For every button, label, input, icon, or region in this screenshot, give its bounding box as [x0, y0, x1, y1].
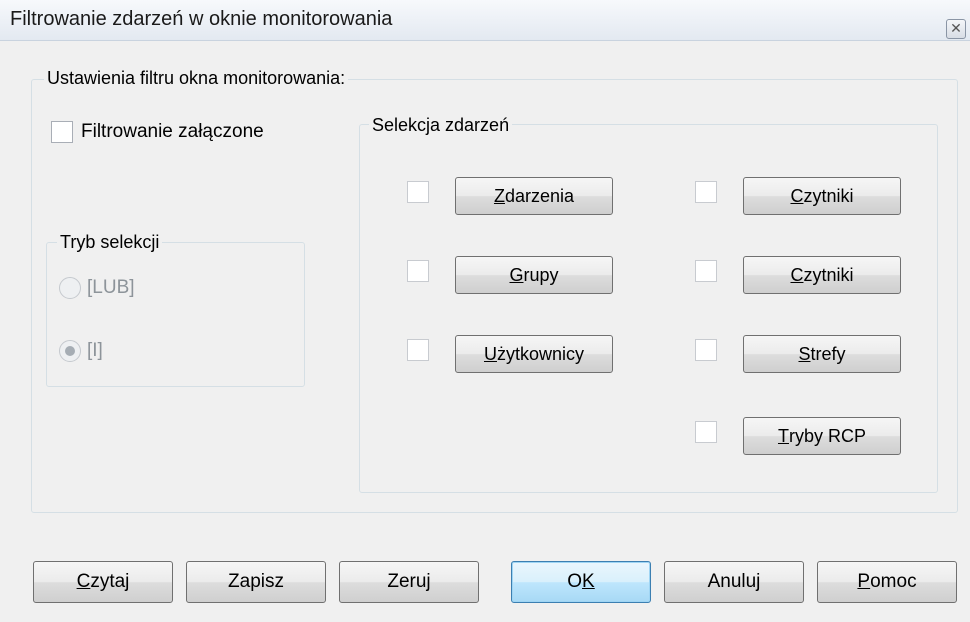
- selection-mode-group-label: Tryb selekcji: [57, 231, 163, 253]
- save-button[interactable]: Zapisz: [186, 561, 326, 603]
- radio-and[interactable]: [59, 340, 81, 362]
- groups-button[interactable]: Grupy: [455, 256, 613, 294]
- groups-button-mnemonic: G: [509, 264, 524, 285]
- help-button-mnemonic: P: [857, 571, 871, 592]
- readers-checkbox-1[interactable]: [695, 181, 717, 203]
- zones-button-mnemonic: S: [798, 343, 811, 364]
- events-button[interactable]: Zdarzenia: [455, 177, 613, 215]
- radio-and-label[interactable]: [I]: [87, 340, 103, 362]
- rcp-modes-button-mnemonic: T: [777, 425, 789, 446]
- zones-button-label: trefy: [810, 343, 846, 364]
- events-checkbox[interactable]: [407, 181, 429, 203]
- help-button-label: omoc: [870, 571, 917, 592]
- ok-button-label: O: [567, 571, 583, 592]
- readers-button-2[interactable]: Czytniki: [743, 256, 901, 294]
- users-checkbox[interactable]: [407, 339, 429, 361]
- title-bar: Filtrowanie zdarzeń w oknie monitorowani…: [0, 0, 970, 41]
- reset-button[interactable]: Zeruj: [339, 561, 479, 603]
- read-button-label: zytaj: [90, 571, 130, 592]
- event-selection-group-label: Selekcja zdarzeń: [369, 114, 513, 136]
- read-button-mnemonic: C: [76, 571, 91, 592]
- readers-button-1[interactable]: Czytniki: [743, 177, 901, 215]
- users-button[interactable]: Użytkownicy: [455, 335, 613, 373]
- read-button[interactable]: Czytaj: [33, 561, 173, 603]
- rcp-modes-checkbox[interactable]: [695, 421, 717, 443]
- filter-dialog: Filtrowanie zdarzeń w oknie monitorowani…: [0, 0, 970, 622]
- groups-button-label: rupy: [523, 264, 559, 285]
- radio-or-label[interactable]: [LUB]: [87, 277, 135, 299]
- ok-button-mnemonic: K: [582, 571, 595, 592]
- save-button-label: Zapisz: [228, 571, 284, 592]
- readers-button-1-label: zytniki: [803, 185, 854, 206]
- groups-checkbox[interactable]: [407, 260, 429, 282]
- radio-or[interactable]: [59, 277, 81, 299]
- help-button[interactable]: Pomoc: [817, 561, 957, 603]
- zones-checkbox[interactable]: [695, 339, 717, 361]
- rcp-modes-button-label: ryby RCP: [788, 425, 866, 446]
- rcp-modes-button[interactable]: Tryby RCP: [743, 417, 901, 455]
- readers-button-1-mnemonic: C: [790, 185, 804, 206]
- selection-mode-group: [46, 242, 305, 387]
- cancel-button-label: Anuluj: [707, 571, 761, 592]
- readers-checkbox-2[interactable]: [695, 260, 717, 282]
- filter-enabled-label[interactable]: Filtrowanie załączone: [81, 121, 264, 143]
- readers-button-2-label: zytniki: [803, 264, 854, 285]
- close-icon[interactable]: ✕: [946, 19, 966, 39]
- users-button-mnemonic: U: [483, 343, 497, 364]
- window-title: Filtrowanie zdarzeń w oknie monitorowani…: [10, 8, 393, 30]
- readers-button-2-mnemonic: C: [790, 264, 804, 285]
- zones-button[interactable]: Strefy: [743, 335, 901, 373]
- events-button-mnemonic: Z: [493, 185, 505, 206]
- ok-button[interactable]: OK: [511, 561, 651, 603]
- cancel-button[interactable]: Anuluj: [664, 561, 804, 603]
- reset-button-label: Zeruj: [387, 571, 431, 592]
- filter-settings-group-label: Ustawienia filtru okna monitorowania:: [44, 67, 349, 89]
- filter-enabled-checkbox[interactable]: [51, 121, 73, 143]
- events-button-label: darzenia: [504, 185, 575, 206]
- users-button-label: żytkownicy: [496, 343, 585, 364]
